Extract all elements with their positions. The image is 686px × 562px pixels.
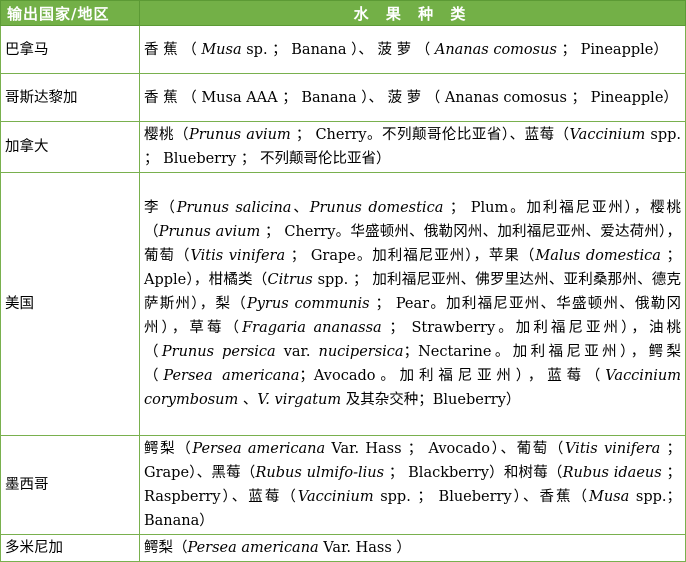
header-fruit: 水 果 种 类: [139, 0, 686, 26]
fruit-text: ； Grape。加利福尼亚州），苹果（: [285, 248, 536, 264]
fruit-cell: 樱桃（Prunus avium ； Cherry。不列颠哥伦比亚省）、蓝莓（Va…: [139, 121, 686, 173]
scientific-name: Persea americana: [192, 441, 326, 457]
table-body: 巴拿马 香 蕉 （ Musa sp. ； Banana ）、 菠 萝 （ Ana…: [0, 25, 686, 562]
fruit-text: Var. Hass ； Avocado）、葡萄（: [325, 441, 565, 457]
fruit-cell: 香 蕉 （ Musa AAA ； Banana ）、 菠 萝 （ Ananas …: [139, 73, 686, 122]
scientific-name: Prunus avium: [188, 127, 291, 143]
scientific-name: nucipersica: [318, 344, 404, 360]
scientific-name: Malus domestica: [535, 248, 661, 264]
scientific-name: Rubus ulmifo-lius: [255, 465, 385, 481]
fruit-text: ； Cherry。不列颠哥伦比亚省）、蓝莓（: [290, 127, 570, 143]
fruit-text: sp. ； Banana ）、 菠 萝 （: [241, 41, 435, 58]
fruit-text: 及其杂交种；Blueberry）: [341, 392, 521, 408]
country-cell: 美国: [0, 172, 140, 436]
fruit-text: 香 蕉 （: [144, 41, 202, 58]
scientific-name: Vitis vinifera: [564, 441, 661, 457]
country-cell: 加拿大: [0, 121, 140, 173]
fruit-text: 、: [238, 392, 258, 408]
fruit-cell: 鳄梨（Persea americana Var. Hass ）: [139, 534, 686, 562]
fruit-text: Var. Hass ）: [318, 540, 411, 556]
scientific-name: Rubus idaeus: [562, 465, 662, 481]
country-cell: 哥斯达黎加: [0, 73, 140, 122]
scientific-name: Musa: [588, 489, 630, 505]
country-cell: 多米尼加: [0, 534, 140, 562]
table-row: 哥斯达黎加 香 蕉 （ Musa AAA ； Banana ）、 菠 萝 （ A…: [0, 73, 686, 122]
table-row: 墨西哥 鳄梨（Persea americana Var. Hass ； Avoc…: [0, 435, 686, 535]
scientific-name: Vaccinium: [297, 489, 374, 505]
fruit-text: 樱桃（: [144, 127, 189, 143]
fruit-cell: 李（Prunus salicina、Prunus domestica ； Plu…: [139, 172, 686, 436]
fruit-text: 、: [291, 200, 310, 216]
scientific-name: Vitis vinifera: [190, 248, 286, 264]
scientific-name: Prunus persica: [161, 344, 276, 360]
country-cell: 墨西哥: [0, 435, 140, 535]
header-row: 输出国家/地区 水 果 种 类: [0, 0, 686, 26]
fruit-import-table: 输出国家/地区 水 果 种 类 巴拿马 香 蕉 （ Musa sp. ； Ban…: [0, 0, 686, 562]
fruit-text: 李（: [144, 200, 177, 216]
scientific-name: Prunus avium: [158, 224, 261, 240]
scientific-name: Vaccinium: [569, 127, 646, 143]
fruit-cell: 鳄梨（Persea americana Var. Hass ； Avocado）…: [139, 435, 686, 535]
fruit-text: spp. ； Blueberry）、香蕉（: [373, 489, 589, 505]
scientific-name: V. virgatum: [257, 392, 342, 408]
table-row: 巴拿马 香 蕉 （ Musa sp. ； Banana ）、 菠 萝 （ Ana…: [0, 25, 686, 74]
fruit-text: var.: [275, 344, 319, 360]
country-cell: 巴拿马: [0, 25, 140, 74]
scientific-name: Persea americana: [187, 540, 319, 556]
table-row: 加拿大 樱桃（Prunus avium ； Cherry。不列颠哥伦比亚省）、蓝…: [0, 121, 686, 173]
scientific-name: Persea americana: [163, 368, 300, 384]
fruit-text: ； Blackberry）和树莓（: [384, 465, 563, 481]
fruit-cell: 香 蕉 （ Musa sp. ； Banana ）、 菠 萝 （ Ananas …: [139, 25, 686, 74]
scientific-name: Musa: [201, 41, 242, 58]
scientific-name: Prunus domestica: [309, 200, 444, 216]
scientific-name: Prunus salicina: [176, 200, 292, 216]
header-country: 输出国家/地区: [0, 0, 140, 26]
scientific-name: Pyrus communis: [246, 296, 370, 312]
fruit-text: ；Avocado。加利福尼亚州），蓝莓（: [299, 368, 606, 384]
table-row: 美国 李（Prunus salicina、Prunus domestica ； …: [0, 172, 686, 436]
scientific-name: Fragaria ananassa: [242, 320, 382, 336]
table-header: 输出国家/地区 水 果 种 类: [0, 0, 686, 26]
fruit-text: 香 蕉 （ Musa AAA ； Banana ）、 菠 萝 （ Ananas …: [144, 89, 678, 106]
fruit-text: ； Pineapple）: [556, 41, 668, 58]
fruit-text: 鳄梨（: [144, 540, 188, 556]
scientific-name: Citrus: [267, 272, 313, 288]
table-row: 多米尼加 鳄梨（Persea americana Var. Hass ）: [0, 534, 686, 562]
scientific-name: Ananas comosus: [434, 41, 557, 58]
fruit-text: 鳄梨（: [144, 441, 193, 457]
